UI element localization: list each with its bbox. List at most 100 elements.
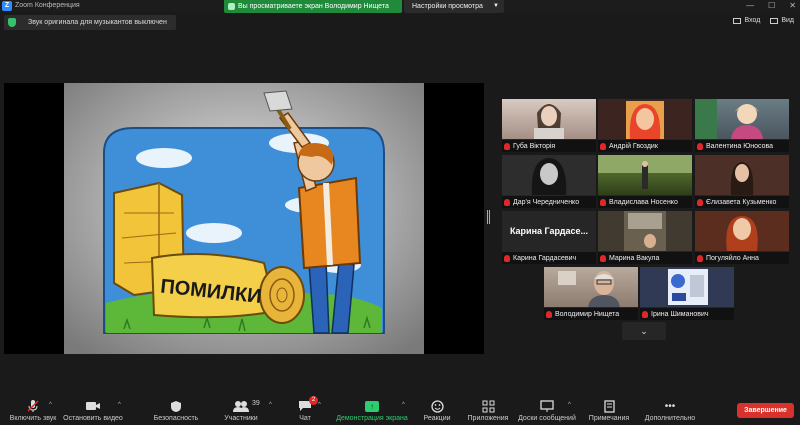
stop-video-label: Остановить видео [63,415,123,422]
participant-name-text: Владислава Носенко [609,198,678,206]
participant-tile[interactable]: Губа Вікторія [502,99,596,152]
participants-button[interactable]: 39 Участники [220,395,262,425]
participant-video [502,99,596,139]
sharing-banner: Вы просматриваете экран Володимир Нищета [224,0,402,13]
share-options-caret[interactable]: ^ [402,402,405,408]
notes-label: Примечания [588,415,630,422]
participant-name: Ірина Шиманович [640,308,734,320]
participant-video [695,155,789,195]
participant-name: Володимир Нищета [544,308,638,320]
whiteboard-button[interactable]: Доски сообщений [516,395,578,425]
participant-avatar [626,101,664,139]
whiteboard-options-caret[interactable]: ^ [568,402,571,408]
participant-tile[interactable]: Ірина Шиманович [640,267,734,320]
end-meeting-button[interactable]: Завершение [737,403,794,418]
window-title: Zoom Конференция [15,2,80,9]
zoom-logo-icon: Z [2,1,12,11]
participants-options-caret[interactable]: ^ [269,402,272,408]
participant-avatar [624,211,666,251]
mic-muted-icon [600,254,606,262]
shield-icon [8,18,16,27]
shield-icon [167,399,185,413]
apps-grid-icon [479,399,497,413]
view-options-button[interactable]: Настройки просмотра ▼ [404,0,504,13]
speaker-view-label: Вход [744,17,761,24]
participant-avatar [534,103,564,139]
window-controls: — ☐ ✕ [746,0,796,12]
participant-name-text: Марина Вакула [609,254,660,262]
mic-muted-icon [697,254,703,262]
reactions-label: Реакции [423,415,451,422]
participant-tile[interactable]: Валентина Юносова [695,99,789,152]
participant-avatar [558,271,620,307]
participant-tile[interactable]: Карина Гардасе... Карина Гардасевич [502,211,596,264]
participants-label: Участники [224,415,258,422]
notes-button[interactable]: Примечания [586,395,632,425]
mic-muted-icon [546,310,552,318]
participant-avatar [726,216,758,251]
minimize-icon[interactable]: — [746,0,754,12]
meeting-toolbar: Включить звук ^ Остановить видео ^ Безоп… [0,395,800,425]
chat-unread-badge: 2 [309,396,318,405]
participant-name: Карина Гардасевич [502,252,596,264]
participant-avatar [531,158,567,195]
mute-label: Включить звук [9,415,57,422]
reactions-button[interactable]: Реакции [420,395,454,425]
participant-name: Погуляйло Анна [695,252,789,264]
participant-avatar [598,155,692,189]
close-icon[interactable]: ✕ [789,0,796,12]
participant-tile[interactable]: Погуляйло Анна [695,211,789,264]
participant-tile[interactable]: Владислава Носенко [598,155,692,208]
participant-name: Андрій Гвоздик [598,140,692,152]
audio-options-caret[interactable]: ^ [49,402,52,408]
participant-video [695,99,789,139]
sharing-text: Вы просматриваете экран Володимир Нищета [238,3,389,10]
participant-name-text: Володимир Нищета [555,310,620,318]
more-button[interactable]: ••• Дополнительно [642,395,698,425]
mic-muted-icon [504,142,510,150]
mic-muted-icon [504,198,510,206]
participant-tile[interactable]: Дар'я Чередниченко [502,155,596,208]
speaker-view-icon [733,17,742,24]
top-right-controls: Вход Вид [733,17,794,24]
participant-video [640,267,734,307]
participant-video [598,155,692,195]
maximize-icon[interactable]: ☐ [768,0,775,12]
participant-name-text: Карина Гардасевич [513,254,577,262]
participant-name-text: Погуляйло Анна [706,254,759,262]
mic-muted-icon [697,198,703,206]
share-screen-icon: ↑ [363,399,381,413]
participant-tile[interactable]: Андрій Гвоздик [598,99,692,152]
chat-label: Чат [299,415,311,422]
original-sound-badge: Звук оригинала для музыкантов выключен [4,15,176,30]
mic-muted-icon [600,198,606,206]
participant-tile[interactable]: Єлизавета Кузьменко [695,155,789,208]
participant-video [598,99,692,139]
participant-avatar [695,99,763,139]
apps-button[interactable]: Приложения [466,395,510,425]
more-dots-icon: ••• [664,400,676,412]
speaker-view-button[interactable]: Вход [733,17,760,24]
chat-button[interactable]: 2 Чат [292,395,318,425]
view-button[interactable]: Вид [770,17,794,24]
shared-slide: ПОМИЛКИ [64,83,424,354]
view-label: Вид [781,17,794,24]
chat-bubble-icon: 2 [296,396,318,413]
participant-name: Єлизавета Кузьменко [695,196,789,208]
share-screen-button[interactable]: ↑ Демонстрация экрана [334,395,410,425]
panel-resize-handle[interactable] [487,210,490,224]
microphone-muted-icon [24,399,42,413]
participant-name: Валентина Юносова [695,140,789,152]
video-options-caret[interactable]: ^ [118,402,121,408]
participant-name-text: Андрій Гвоздик [609,142,658,150]
participant-name: Владислава Носенко [598,196,692,208]
stop-video-button[interactable]: Остановить видео [62,395,124,425]
whiteboard-label: Доски сообщений [518,415,576,422]
participant-tile[interactable]: Володимир Нищета [544,267,638,320]
participant-tile[interactable]: Марина Вакула [598,211,692,264]
gallery-next-page-button[interactable]: ⌄ [622,322,666,340]
participant-name-text: Губа Вікторія [513,142,556,150]
chat-options-caret[interactable]: ^ [318,402,321,408]
security-button[interactable]: Безопасность [150,395,202,425]
mute-button[interactable]: Включить звук [6,395,60,425]
